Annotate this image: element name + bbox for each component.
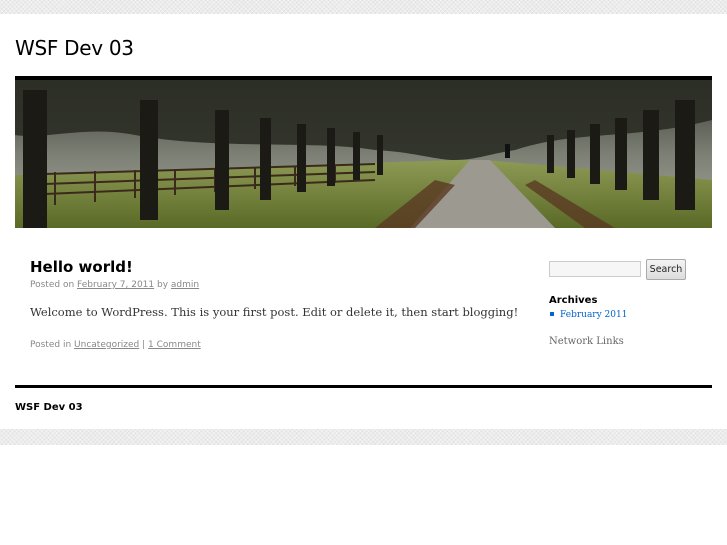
archive-item: February 2011 <box>549 310 627 320</box>
search-input[interactable] <box>549 261 641 277</box>
footer-rule <box>15 385 712 388</box>
category-link[interactable]: Uncategorized <box>74 340 139 350</box>
page-wrapper: WSF Dev 03 Hello world! Posted on Februa… <box>0 14 727 429</box>
network-links-label: Network Links <box>549 336 624 347</box>
search-button[interactable]: Search <box>646 259 686 280</box>
post-meta: Posted on February 7, 2011 by admin <box>30 280 199 290</box>
archives-widget-title: Archives <box>549 295 598 306</box>
page-background-top <box>0 0 727 14</box>
footer-site-title[interactable]: WSF Dev 03 <box>15 402 83 413</box>
page-background-bottom <box>0 429 727 445</box>
archive-link-february-2011[interactable]: February 2011 <box>560 310 627 320</box>
header-photo-svg <box>15 80 712 228</box>
comments-link[interactable]: 1 Comment <box>148 340 201 350</box>
by-label: by <box>157 280 169 290</box>
posted-on-label: Posted on <box>30 280 75 290</box>
site-title[interactable]: WSF Dev 03 <box>15 36 134 60</box>
header-image <box>15 80 712 228</box>
post-title-link[interactable]: Hello world! <box>30 258 133 276</box>
posted-in-label: Posted in <box>30 340 72 350</box>
bullet-icon <box>550 312 554 316</box>
post-content: Welcome to WordPress. This is your first… <box>30 305 519 319</box>
post-author-link[interactable]: admin <box>171 280 199 290</box>
utility-separator: | <box>142 340 146 350</box>
post-date-link[interactable]: February 7, 2011 <box>77 280 154 290</box>
post-utility: Posted in Uncategorized | 1 Comment <box>30 340 201 350</box>
archives-list: February 2011 <box>549 310 627 320</box>
